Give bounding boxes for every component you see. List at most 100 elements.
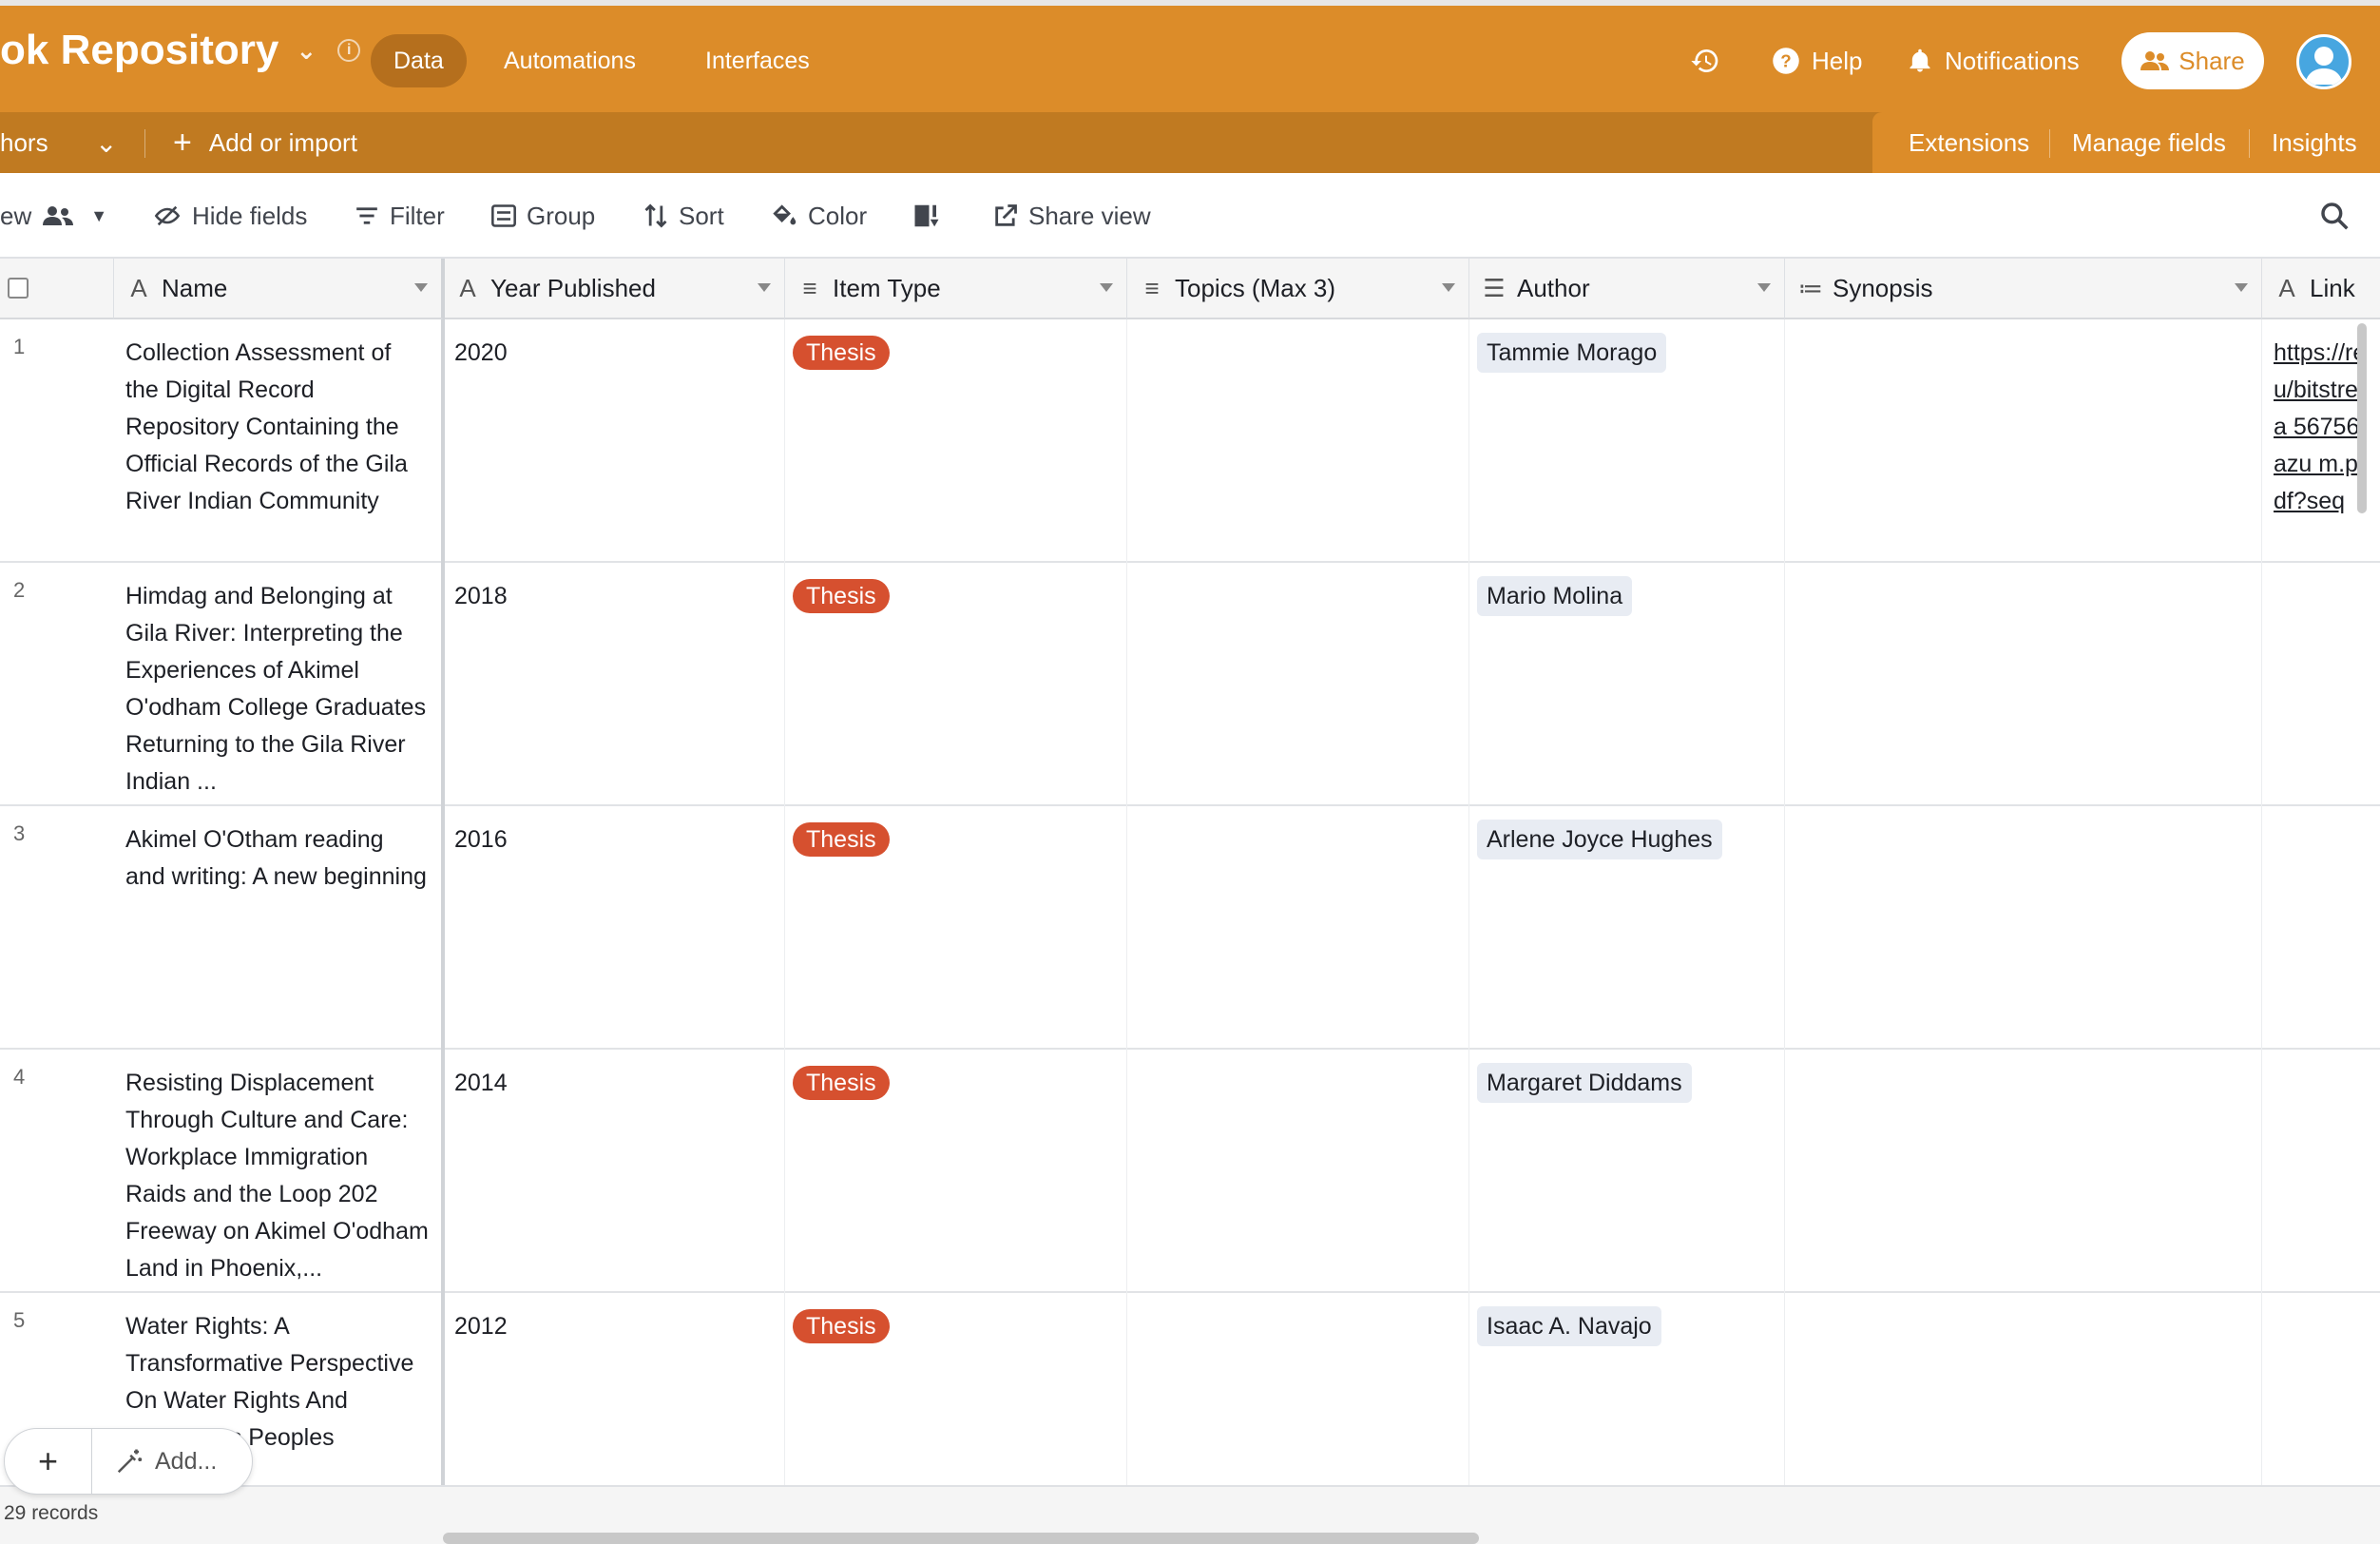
cell-name[interactable]: Resisting Displacement Through Culture a… bbox=[114, 1050, 443, 1293]
table-row[interactable]: 4 Resisting Displacement Through Culture… bbox=[0, 1050, 2380, 1293]
nav-interfaces[interactable]: Interfaces bbox=[682, 34, 833, 87]
column-menu-caret-icon[interactable] bbox=[1757, 283, 1771, 292]
cell-link[interactable] bbox=[2262, 806, 2380, 1050]
text-field-icon: A bbox=[2278, 273, 2295, 302]
column-menu-caret-icon[interactable] bbox=[414, 283, 428, 292]
cell-year-text: 2016 bbox=[454, 826, 508, 853]
table-row[interactable]: 2 Himdag and Belonging at Gila River: In… bbox=[0, 563, 2380, 806]
hide-fields-button[interactable]: Hide fields bbox=[152, 194, 307, 238]
select-all-checkbox[interactable] bbox=[8, 278, 29, 299]
sort-button[interactable]: Sort bbox=[643, 194, 724, 238]
cell-synopsis[interactable] bbox=[1785, 1050, 2262, 1293]
column-header-link[interactable]: A Link bbox=[2262, 259, 2380, 319]
column-header-topics[interactable]: ≡ Topics (Max 3) bbox=[1127, 259, 1469, 319]
column-header-item-type[interactable]: ≡ Item Type bbox=[785, 259, 1127, 319]
row-height-button[interactable] bbox=[912, 194, 941, 238]
share-button[interactable]: Share bbox=[2121, 32, 2264, 89]
vertical-scrollbar[interactable] bbox=[2357, 323, 2367, 513]
cell-author[interactable]: Tammie Morago bbox=[1469, 319, 1785, 563]
cell-author[interactable]: Arlene Joyce Hughes bbox=[1469, 806, 1785, 1050]
cell-item-type[interactable]: Thesis bbox=[785, 563, 1127, 806]
extensions-label: Extensions bbox=[1909, 127, 2030, 157]
cell-synopsis[interactable] bbox=[1785, 806, 2262, 1050]
column-header-synopsis[interactable]: ≔ Synopsis bbox=[1785, 259, 2262, 319]
add-or-import-button[interactable]: + Add or import bbox=[173, 112, 357, 173]
horizontal-scrollbar[interactable] bbox=[443, 1533, 1479, 1544]
sort-icon bbox=[644, 203, 667, 228]
base-title-menu[interactable]: ok Repository ⌄ i bbox=[0, 27, 361, 74]
search-button[interactable] bbox=[2319, 194, 2350, 238]
cell-topics[interactable] bbox=[1127, 319, 1469, 563]
table-row[interactable]: 1 Collection Assessment of the Digital R… bbox=[0, 319, 2380, 563]
cell-item-type[interactable]: Thesis bbox=[785, 1050, 1127, 1293]
cell-topics[interactable] bbox=[1127, 806, 1469, 1050]
column-header-author[interactable]: ☰ Author bbox=[1469, 259, 1785, 319]
cell-year[interactable]: 2016 bbox=[443, 806, 785, 1050]
cell-synopsis[interactable] bbox=[1785, 1293, 2262, 1485]
column-header-year-published[interactable]: A Year Published bbox=[443, 259, 785, 319]
cell-year[interactable]: 2012 bbox=[443, 1293, 785, 1485]
nav-data[interactable]: Data bbox=[371, 34, 467, 87]
history-button[interactable] bbox=[1690, 34, 1720, 87]
help-label: Help bbox=[1812, 46, 1863, 75]
cell-topics[interactable] bbox=[1127, 1293, 1469, 1485]
cell-synopsis[interactable] bbox=[1785, 563, 2262, 806]
manage-fields-label: Manage fields bbox=[2072, 127, 2226, 157]
insights-button[interactable]: Insights bbox=[2272, 112, 2357, 173]
cell-item-type[interactable]: Thesis bbox=[785, 806, 1127, 1050]
chevron-down-icon[interactable]: ⌄ bbox=[296, 36, 317, 66]
cell-link[interactable] bbox=[2262, 1293, 2380, 1485]
item-type-pill: Thesis bbox=[793, 1066, 890, 1100]
cell-topics[interactable] bbox=[1127, 1050, 1469, 1293]
cell-name-text: Akimel O'Otham reading and writing: A ne… bbox=[125, 826, 427, 890]
info-icon[interactable]: i bbox=[337, 39, 361, 62]
cell-item-type[interactable]: Thesis bbox=[785, 319, 1127, 563]
cell-year[interactable]: 2014 bbox=[443, 1050, 785, 1293]
tables-dropdown-chevron-icon[interactable]: ⌄ bbox=[95, 112, 117, 173]
single-select-icon: ≡ bbox=[802, 273, 817, 302]
cell-author[interactable]: Isaac A. Navajo bbox=[1469, 1293, 1785, 1485]
cell-author[interactable]: Mario Molina bbox=[1469, 563, 1785, 806]
cell-synopsis[interactable] bbox=[1785, 319, 2262, 563]
cell-name[interactable]: Collection Assessment of the Digital Rec… bbox=[114, 319, 443, 563]
author-pill[interactable]: Mario Molina bbox=[1477, 576, 1633, 616]
tab-authors[interactable]: hors bbox=[0, 112, 48, 173]
filter-button[interactable]: Filter bbox=[354, 194, 445, 238]
cell-author[interactable]: Margaret Diddams bbox=[1469, 1050, 1785, 1293]
manage-fields-button[interactable]: Manage fields bbox=[2072, 112, 2226, 173]
color-button[interactable]: Color bbox=[770, 194, 867, 238]
column-menu-caret-icon[interactable] bbox=[2235, 283, 2248, 292]
author-pill[interactable]: Isaac A. Navajo bbox=[1477, 1306, 1661, 1346]
add-with-ai-button[interactable]: Add... bbox=[92, 1447, 217, 1476]
help-button[interactable]: ? Help bbox=[1772, 34, 1862, 87]
cell-year[interactable]: 2018 bbox=[443, 563, 785, 806]
author-pill[interactable]: Tammie Morago bbox=[1477, 333, 1667, 373]
table-row[interactable]: 3 Akimel O'Otham reading and writing: A … bbox=[0, 806, 2380, 1050]
avatar[interactable] bbox=[2296, 34, 2351, 89]
cell-topics[interactable] bbox=[1127, 563, 1469, 806]
notifications-button[interactable]: Notifications bbox=[1907, 34, 2080, 87]
column-menu-caret-icon[interactable] bbox=[1100, 283, 1113, 292]
column-menu-caret-icon[interactable] bbox=[1442, 283, 1455, 292]
add-record-button[interactable]: + bbox=[5, 1428, 92, 1495]
notifications-label: Notifications bbox=[1945, 46, 2080, 75]
column-header-name[interactable]: A Name bbox=[114, 259, 443, 319]
extensions-button[interactable]: Extensions bbox=[1909, 112, 2029, 173]
cell-year[interactable]: 2020 bbox=[443, 319, 785, 563]
nav-automations[interactable]: Automations bbox=[481, 34, 659, 87]
table-row[interactable]: 5 Water Rights: A Transformative Perspec… bbox=[0, 1293, 2380, 1485]
link-text[interactable]: https://re u/bitstrea 56756/azu m.pdf?se… bbox=[2274, 339, 2366, 514]
view-switcher[interactable]: ew ▼ bbox=[0, 194, 107, 238]
cell-name[interactable]: Akimel O'Otham reading and writing: A ne… bbox=[114, 806, 443, 1050]
group-button[interactable]: Group bbox=[490, 194, 595, 238]
column-menu-caret-icon[interactable] bbox=[758, 283, 771, 292]
cell-link[interactable] bbox=[2262, 563, 2380, 806]
share-view-button[interactable]: Share view bbox=[992, 194, 1151, 238]
author-pill[interactable]: Arlene Joyce Hughes bbox=[1477, 820, 1722, 859]
column-header-topics-label: Topics (Max 3) bbox=[1175, 273, 1336, 302]
tab-divider bbox=[2249, 129, 2250, 158]
cell-link[interactable] bbox=[2262, 1050, 2380, 1293]
cell-name[interactable]: Himdag and Belonging at Gila River: Inte… bbox=[114, 563, 443, 806]
cell-item-type[interactable]: Thesis bbox=[785, 1293, 1127, 1485]
author-pill[interactable]: Margaret Diddams bbox=[1477, 1063, 1692, 1103]
